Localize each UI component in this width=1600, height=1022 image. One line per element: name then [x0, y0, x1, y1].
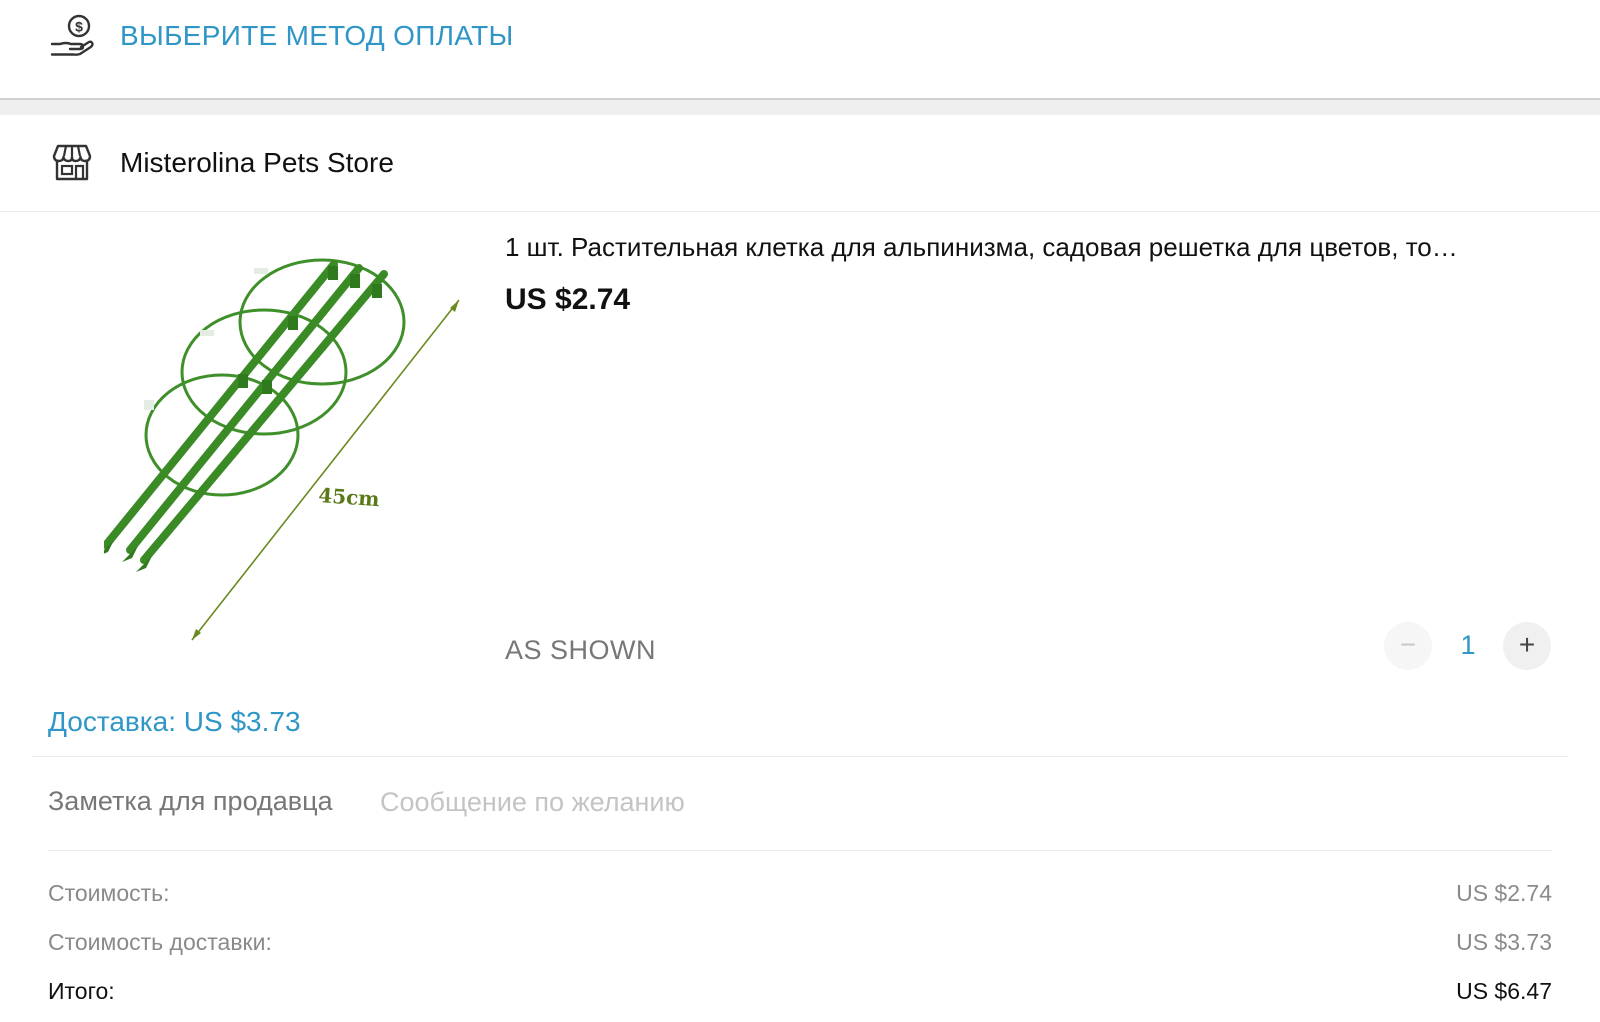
divider [0, 211, 1600, 212]
summary-row-shipping: Стоимость доставки: US $3.73 [48, 929, 1552, 965]
shipping-option[interactable]: Доставка: US $3.73 [48, 706, 301, 738]
summary-row-total: Итого: US $6.47 [48, 978, 1552, 1014]
subtotal-value: US $2.74 [1456, 880, 1552, 906]
divider [48, 850, 1552, 851]
summary-row-subtotal: Стоимость: US $2.74 [48, 880, 1552, 916]
shipping-cost-value: US $3.73 [1456, 929, 1552, 955]
store-header[interactable]: Misterolina Pets Store [0, 115, 1600, 212]
store-name[interactable]: Misterolina Pets Store [120, 147, 394, 179]
product-image[interactable]: 45cm [104, 240, 488, 670]
divider [32, 756, 1568, 757]
section-separator [0, 98, 1600, 115]
checkout-page: $ ВЫБЕРИТЕ МЕТОД ОПЛАТЫ Misterolina Pets… [0, 0, 1600, 1022]
payment-method-row[interactable]: $ ВЫБЕРИТЕ МЕТОД ОПЛАТЫ [0, 0, 1600, 98]
product-title[interactable]: 1 шт. Растительная клетка для альпинизма… [505, 232, 1555, 263]
payment-method-label[interactable]: ВЫБЕРИТЕ МЕТОД ОПЛАТЫ [120, 20, 514, 52]
hand-dollar-icon: $ [50, 14, 94, 56]
svg-text:$: $ [75, 19, 83, 35]
storefront-icon [52, 144, 92, 181]
quantity-decrease-button[interactable]: − [1384, 622, 1432, 670]
quantity-value: 1 [1460, 630, 1476, 660]
product-price: US $2.74 [505, 283, 631, 316]
shipping-cost-label: Стоимость доставки: [48, 929, 272, 955]
total-label: Итого: [48, 978, 115, 1004]
total-value: US $6.47 [1456, 978, 1552, 1004]
product-image-dimension-label: 45cm [318, 483, 381, 511]
subtotal-label: Стоимость: [48, 880, 170, 906]
product-variant[interactable]: AS SHOWN [505, 635, 656, 666]
seller-note-input[interactable] [380, 780, 1480, 824]
seller-note-label: Заметка для продавца [48, 786, 333, 816]
quantity-increase-button[interactable]: + [1503, 622, 1551, 670]
